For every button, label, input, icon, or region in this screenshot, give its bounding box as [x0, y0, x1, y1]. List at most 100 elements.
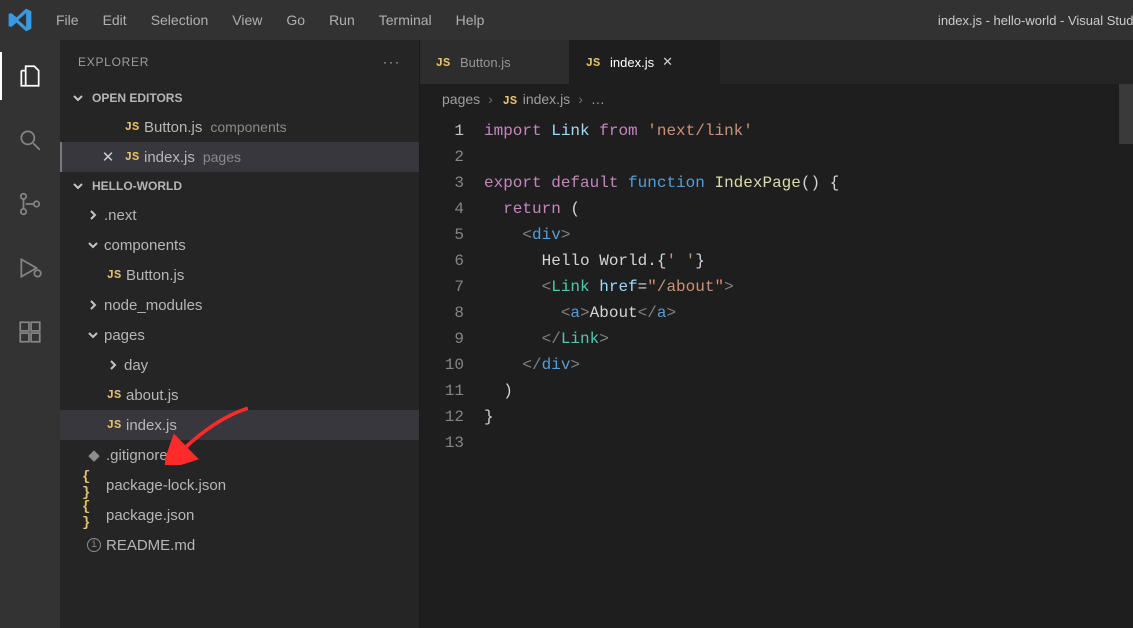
window-title: index.js - hello-world - Visual Studio C… [499, 13, 1133, 28]
code-line[interactable]: 9 </Link> [420, 326, 1133, 352]
file-item[interactable]: { }package-lock.json [60, 470, 419, 500]
open-editors-list: JSButton.js components ✕JSindex.jspages [60, 112, 419, 172]
gutter-line-number: 13 [420, 430, 484, 456]
gutter-line-number: 2 [420, 144, 484, 170]
folder-name: components [104, 237, 186, 254]
folder-name: day [124, 357, 148, 374]
workspace-header[interactable]: HELLO-WORLD [60, 172, 419, 200]
code-line[interactable]: 4 return ( [420, 196, 1133, 222]
close-icon[interactable]: ✕ [96, 148, 120, 166]
file-name: package.json [106, 507, 194, 524]
workspace-label: HELLO-WORLD [92, 179, 182, 193]
file-item[interactable]: iREADME.md [60, 530, 419, 560]
js-file-icon: JS [123, 120, 141, 134]
json-file-icon: { } [82, 499, 106, 531]
activity-extensions-icon[interactable] [6, 308, 54, 356]
side-bar: EXPLORER ··· OPEN EDITORS JSButton.jscom… [60, 40, 420, 628]
info-file-icon: i [87, 538, 101, 552]
file-name: index.js [126, 417, 177, 434]
chevron-down-icon [70, 90, 86, 106]
file-item[interactable]: JSabout.js [60, 380, 419, 410]
folder-item[interactable]: .next [60, 200, 419, 230]
menu-edit[interactable]: Edit [91, 4, 139, 36]
gutter-line-number: 9 [420, 326, 484, 352]
folder-item[interactable]: day [60, 350, 419, 380]
chevron-down-icon [82, 329, 104, 341]
code-text: <Link href="/about"> [484, 274, 734, 300]
activity-search-icon[interactable] [6, 116, 54, 164]
file-name: package-lock.json [106, 477, 226, 494]
editor-tab[interactable]: JSindex.js✕ [570, 40, 720, 84]
chevron-down-icon [70, 178, 86, 194]
open-editor-meta: components [210, 119, 286, 135]
chevron-right-icon [82, 299, 104, 311]
code-text: </div> [484, 352, 580, 378]
gutter-line-number: 5 [420, 222, 484, 248]
menu-file[interactable]: File [44, 4, 91, 36]
folder-item[interactable]: components [60, 230, 419, 260]
code-line[interactable]: 12} [420, 404, 1133, 430]
code-line[interactable]: 5 <div> [420, 222, 1133, 248]
code-text: export default function IndexPage() { [484, 170, 839, 196]
menu-go[interactable]: Go [274, 4, 317, 36]
menu-view[interactable]: View [220, 4, 274, 36]
code-line[interactable]: 10 </div> [420, 352, 1133, 378]
open-editor-item[interactable]: JSButton.js components [60, 112, 419, 142]
folder-name: pages [104, 327, 145, 344]
folder-item[interactable]: node_modules [60, 290, 419, 320]
file-item[interactable]: JSindex.js [60, 410, 419, 440]
breadcrumb-item[interactable]: … [591, 91, 605, 107]
chevron-right-icon: › [488, 91, 493, 107]
breadcrumb-item[interactable]: pages [442, 91, 480, 107]
chevron-down-icon [82, 239, 104, 251]
open-editors-header[interactable]: OPEN EDITORS [60, 84, 419, 112]
gutter-line-number: 10 [420, 352, 484, 378]
chevron-right-icon: › [578, 91, 583, 107]
js-file-icon: JS [584, 56, 602, 70]
menu-terminal[interactable]: Terminal [367, 4, 444, 36]
file-item[interactable]: { }package.json [60, 500, 419, 530]
gutter-line-number: 7 [420, 274, 484, 300]
code-text: <a>About</a> [484, 300, 676, 326]
code-line[interactable]: 13 [420, 430, 1133, 456]
code-line[interactable]: 2 [420, 144, 1133, 170]
vscode-logo-icon [6, 6, 34, 34]
editor-tab[interactable]: JSButton.js [420, 40, 570, 84]
code-line[interactable]: 8 <a>About</a> [420, 300, 1133, 326]
code-text: ) [484, 378, 513, 404]
breadcrumb-item[interactable]: JS index.js [501, 91, 570, 108]
open-editor-name: Button.js [144, 119, 202, 136]
activity-source-control-icon[interactable] [6, 180, 54, 228]
code-line[interactable]: 3export default function IndexPage() { [420, 170, 1133, 196]
code-line[interactable]: 7 <Link href="/about"> [420, 274, 1133, 300]
file-name: .gitignore [106, 447, 168, 464]
file-item[interactable]: ◆ .gitignore [60, 440, 419, 470]
menu-run[interactable]: Run [317, 4, 367, 36]
close-tab-icon[interactable]: ✕ [662, 54, 680, 70]
gutter-line-number: 1 [420, 118, 484, 144]
file-name: about.js [126, 387, 179, 404]
open-editor-item[interactable]: ✕JSindex.jspages [60, 142, 419, 172]
breadcrumbs[interactable]: pages › JS index.js › … [420, 84, 1133, 114]
code-line[interactable]: 1import Link from 'next/link' [420, 118, 1133, 144]
code-editor[interactable]: 1import Link from 'next/link'23export de… [420, 114, 1133, 456]
file-name: Button.js [126, 267, 184, 284]
folder-name: node_modules [104, 297, 202, 314]
activity-explorer-icon[interactable] [6, 52, 54, 100]
chevron-right-icon [82, 209, 104, 221]
sidebar-title-label: EXPLORER [78, 55, 149, 69]
editor-group: JSButton.jsJSindex.js✕ pages › JS index.js… [420, 40, 1133, 628]
menu-help[interactable]: Help [444, 4, 497, 36]
code-line[interactable]: 11 ) [420, 378, 1133, 404]
activity-run-debug-icon[interactable] [6, 244, 54, 292]
workbench: EXPLORER ··· OPEN EDITORS JSButton.jscom… [0, 40, 1133, 628]
git-file-icon: ◆ [88, 446, 100, 464]
file-item[interactable]: JSButton.js [60, 260, 419, 290]
sidebar-more-icon[interactable]: ··· [383, 55, 401, 69]
sidebar-title-bar: EXPLORER ··· [60, 40, 419, 84]
folder-item[interactable]: pages [60, 320, 419, 350]
menu-selection[interactable]: Selection [139, 4, 221, 36]
gutter-line-number: 12 [420, 404, 484, 430]
js-file-icon: JS [501, 94, 519, 108]
code-line[interactable]: 6 Hello World.{' '} [420, 248, 1133, 274]
